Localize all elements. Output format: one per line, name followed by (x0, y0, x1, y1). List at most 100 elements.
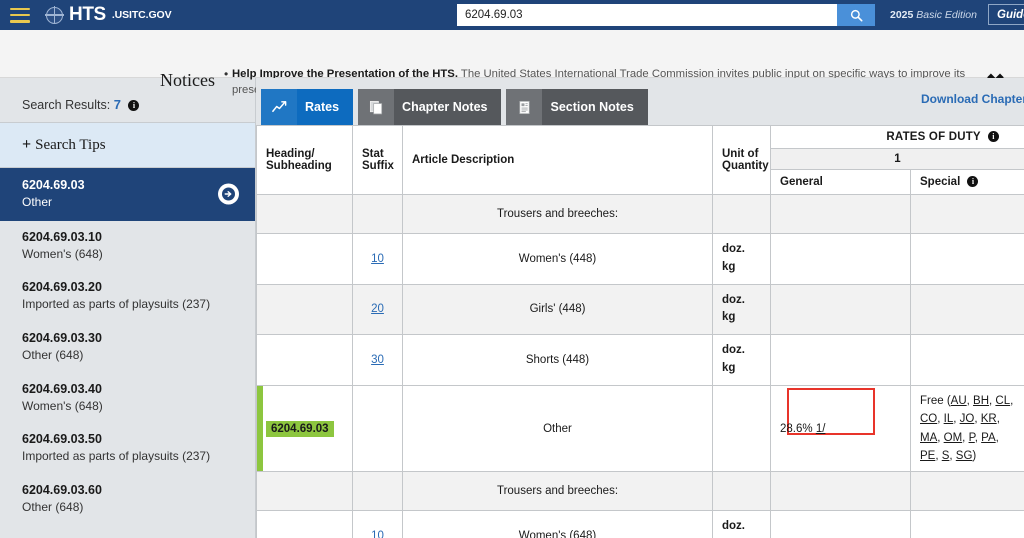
country-code[interactable]: AU (951, 395, 967, 407)
table-row-highlighted[interactable]: 6204.69.03 Other 28.6% 1/ Free (AU, BH, … (256, 384, 1024, 473)
table-row[interactable]: Trousers and breeches: (256, 471, 1024, 512)
list-item-desc: Women's (648) (22, 398, 103, 413)
search-input[interactable] (457, 4, 837, 26)
download-chapter-link[interactable]: Download Chapter (921, 92, 1024, 106)
country-code[interactable]: KR (981, 413, 997, 425)
list-item-desc: Women's (648) (22, 246, 103, 261)
cell-special (910, 510, 1024, 538)
rates-table-scroll-area[interactable]: Heading/ Subheading Stat Suffix Article … (256, 125, 1024, 538)
heading-line-2: Subheading (266, 160, 332, 172)
sidebar-item-6204-69-03-60[interactable]: 6204.69.03.60 Other (648) (0, 474, 255, 525)
country-code[interactable]: OM (944, 432, 963, 444)
unit-line-1: doz. (722, 243, 745, 255)
country-code[interactable]: CO (920, 413, 937, 425)
sidebar-item-6204-69-03[interactable]: 6204.69.03 Other (0, 168, 255, 221)
cell-heading (256, 334, 353, 386)
cell-stat: 20 (352, 283, 403, 336)
country-code[interactable]: S (942, 450, 950, 462)
country-code[interactable]: JO (960, 413, 975, 425)
sidebar-item-6204-69-03-20[interactable]: 6204.69.03.20 Imported as parts of plays… (0, 271, 255, 322)
hts-rates-table: Heading/ Subheading Stat Suffix Article … (256, 125, 1024, 538)
cell-stat (352, 384, 403, 473)
cell-special (910, 194, 1024, 234)
stat-suffix-link[interactable]: 30 (371, 354, 384, 366)
search-bar (457, 4, 875, 26)
cell-article: Shorts (448) (402, 334, 713, 386)
cell-general (770, 233, 911, 285)
table-row[interactable]: 10 Women's (448) doz. kg (256, 233, 1024, 285)
table-row[interactable]: 30 Shorts (448) doz. kg (256, 334, 1024, 386)
table-row[interactable]: Trousers and breeches: (256, 194, 1024, 234)
country-code[interactable]: MA (920, 432, 937, 444)
sidebar-item-6204-69-03-30[interactable]: 6204.69.03.30 Other (648) (0, 322, 255, 373)
search-button[interactable] (837, 4, 875, 26)
country-code[interactable]: CL (995, 395, 1010, 407)
table-row[interactable]: 20 Girls' (448) doz. kg (256, 283, 1024, 336)
cell-unit (712, 384, 771, 473)
tab-chapter-notes[interactable]: Chapter Notes (358, 89, 502, 125)
tab-label: Section Notes (542, 89, 648, 125)
stat-suffix-link[interactable]: 10 (371, 253, 384, 265)
col-header-heading-subheading: Heading/ Subheading (256, 125, 353, 195)
arrow-right-circle-icon[interactable] (218, 183, 239, 205)
site-brand[interactable]: HTS .USITC.GOV (45, 4, 172, 26)
unit-line-1: doz. (722, 344, 745, 357)
country-code[interactable]: SG (956, 450, 973, 462)
hamburger-menu-icon[interactable] (10, 7, 30, 23)
sidebar-item-6204-69-03-40[interactable]: 6204.69.03.40 Women's (648) (0, 373, 255, 424)
cell-article: Trousers and breeches: (402, 194, 713, 234)
document-lines-icon (506, 89, 543, 125)
cell-special (910, 283, 1024, 336)
country-code[interactable]: IL (944, 413, 954, 425)
special-prefix: Free ( (920, 394, 951, 407)
notices-title: Notices (160, 70, 215, 90)
search-results-sidebar: Search Results: 7 i + Search Tips 6204.69… (0, 78, 256, 538)
country-code[interactable]: PA (981, 432, 996, 444)
tab-rates[interactable]: Rates (261, 89, 354, 125)
cell-heading-highlighted: 6204.69.03 (256, 384, 353, 473)
plus-icon: + (22, 136, 32, 153)
documents-copy-icon (358, 89, 395, 125)
cell-stat (352, 194, 403, 234)
cell-stat: 30 (352, 334, 403, 386)
chart-line-icon (261, 89, 297, 125)
cell-general (770, 334, 911, 386)
bullet-icon: • (224, 67, 229, 81)
col-header-rates-of-duty: RATES OF DUTY i (770, 125, 1024, 149)
unit-line-2: kg (722, 362, 736, 375)
content-panel: Rates Chapter Notes Section Notes Downlo… (256, 78, 1024, 538)
tab-label: Chapter Notes (394, 89, 502, 125)
unit-line-1: doz. (722, 293, 745, 306)
cell-stat: 10 (352, 510, 403, 538)
tab-section-notes[interactable]: Section Notes (506, 89, 648, 125)
special-label: Special (920, 176, 961, 188)
search-tips-label: Search Tips (35, 137, 106, 153)
info-icon[interactable]: i (967, 176, 979, 187)
cell-heading (256, 233, 353, 285)
country-code[interactable]: PE (920, 450, 935, 462)
rate-footnote[interactable]: 1/ (816, 423, 826, 435)
cell-heading (256, 194, 353, 234)
search-tips-toggle[interactable]: + Search Tips (0, 123, 255, 168)
country-code[interactable]: P (969, 432, 975, 444)
sidebar-item-6204-69-03-50[interactable]: 6204.69.03.50 Imported as parts of plays… (0, 423, 255, 474)
tab-bar: Rates Chapter Notes Section Notes (261, 89, 648, 125)
stat-suffix-link[interactable]: 10 (371, 530, 384, 538)
cell-unit (712, 194, 771, 234)
guide-button[interactable]: Guide (988, 4, 1024, 25)
list-item-desc: Other (648) (22, 347, 84, 362)
rate-number: 28.6% (780, 422, 813, 435)
content-toolbar: Rates Chapter Notes Section Notes Downlo… (256, 78, 1024, 125)
table-row[interactable]: 10 Women's (648) doz. kg (256, 510, 1024, 538)
cell-stat: 10 (352, 233, 403, 285)
edition-year: 2025 (890, 9, 914, 21)
country-code[interactable]: BH (973, 395, 989, 407)
info-icon[interactable]: i (988, 131, 999, 142)
cell-article: Trousers and breeches: (402, 471, 713, 512)
cell-article: Women's (448) (402, 233, 713, 285)
sidebar-item-6204-69-03-10[interactable]: 6204.69.03.10 Women's (648) (0, 221, 255, 272)
info-icon[interactable]: i (128, 100, 140, 111)
results-label: Search Results: (22, 98, 111, 112)
list-item-desc: Imported as parts of playsuits (237) (22, 297, 211, 312)
stat-suffix-link[interactable]: 20 (371, 303, 384, 315)
